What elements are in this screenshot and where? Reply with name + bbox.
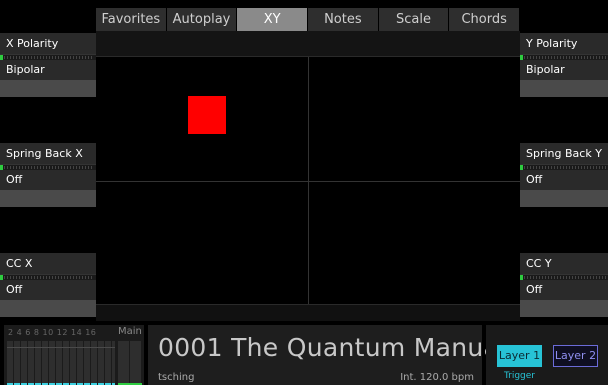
channel-numbers: 2 4 6 8 10 12 14 16 xyxy=(8,328,97,337)
main-level-meters xyxy=(118,341,142,384)
cc-x-param[interactable]: CC X Off xyxy=(0,253,96,317)
tab-autoplay[interactable]: Autoplay xyxy=(166,8,238,31)
spring-back-x-value[interactable]: Off xyxy=(0,170,96,190)
y-polarity-value[interactable]: Bipolar xyxy=(520,60,608,80)
spring-back-x-label: Spring Back X xyxy=(0,143,96,164)
patch-name[interactable]: 0001 The Quantum Manual xyxy=(158,333,506,362)
xy-pad-bottom-band xyxy=(96,305,520,321)
y-polarity-label: Y Polarity xyxy=(520,33,608,54)
xy-pad-area[interactable] xyxy=(96,56,520,305)
tab-favorites[interactable]: Favorites xyxy=(96,8,167,31)
xy-cursor[interactable] xyxy=(188,96,226,134)
left-param-panel: X Polarity Bipolar Spring Back X Off CC … xyxy=(0,31,96,321)
spring-back-y-param[interactable]: Spring Back Y Off xyxy=(520,143,608,207)
xy-pad-horizontal-axis xyxy=(96,181,520,182)
y-polarity-param[interactable]: Y Polarity Bipolar xyxy=(520,33,608,97)
spring-back-x-param[interactable]: Spring Back X Off xyxy=(0,143,96,207)
x-polarity-param[interactable]: X Polarity Bipolar xyxy=(0,33,96,97)
cc-y-label: CC Y xyxy=(520,253,608,274)
mixer-meters[interactable]: 2 4 6 8 10 12 14 16 Main xyxy=(4,325,144,385)
tempo-display[interactable]: Int. 120.0 bpm xyxy=(400,372,474,383)
cc-y-sub xyxy=(520,300,608,317)
xy-pad-top-band xyxy=(96,31,520,56)
cc-y-param[interactable]: CC Y Off xyxy=(520,253,608,317)
x-polarity-label: X Polarity xyxy=(0,33,96,54)
channel-level-meters xyxy=(7,341,115,384)
cc-y-value[interactable]: Off xyxy=(520,280,608,300)
y-polarity-sub xyxy=(520,80,608,97)
layer-selector: Layer 1 Layer 2 Trigger xyxy=(486,325,608,385)
x-polarity-value[interactable]: Bipolar xyxy=(0,60,96,80)
tab-notes[interactable]: Notes xyxy=(308,8,379,31)
spring-back-y-label: Spring Back Y xyxy=(520,143,608,164)
cc-x-label: CC X xyxy=(0,253,96,274)
xy-pad[interactable] xyxy=(96,31,520,321)
trigger-label: Trigger xyxy=(503,371,536,381)
patch-display[interactable]: 0001 The Quantum Manual tsching Int. 120… xyxy=(148,325,506,385)
tab-scale[interactable]: Scale xyxy=(378,8,450,31)
spring-back-x-sub xyxy=(0,190,96,207)
cc-x-sub xyxy=(0,300,96,317)
right-param-panel: Y Polarity Bipolar Spring Back Y Off CC … xyxy=(520,31,608,321)
patch-author: tsching xyxy=(158,372,195,383)
layer-2-button[interactable]: Layer 2 xyxy=(553,345,598,367)
cc-x-value[interactable]: Off xyxy=(0,280,96,300)
main-label: Main xyxy=(118,326,142,337)
spring-back-y-sub xyxy=(520,190,608,207)
layer-1-button[interactable]: Layer 1 xyxy=(497,345,542,367)
bottom-bar: 2 4 6 8 10 12 14 16 Main 0001 The Quantu… xyxy=(0,321,608,385)
spring-back-y-value[interactable]: Off xyxy=(520,170,608,190)
tab-xy[interactable]: XY xyxy=(237,8,309,31)
tab-chords[interactable]: Chords xyxy=(449,8,521,31)
tab-bar: Favorites Autoplay XY Notes Scale Chords xyxy=(96,8,521,31)
x-polarity-sub xyxy=(0,80,96,97)
